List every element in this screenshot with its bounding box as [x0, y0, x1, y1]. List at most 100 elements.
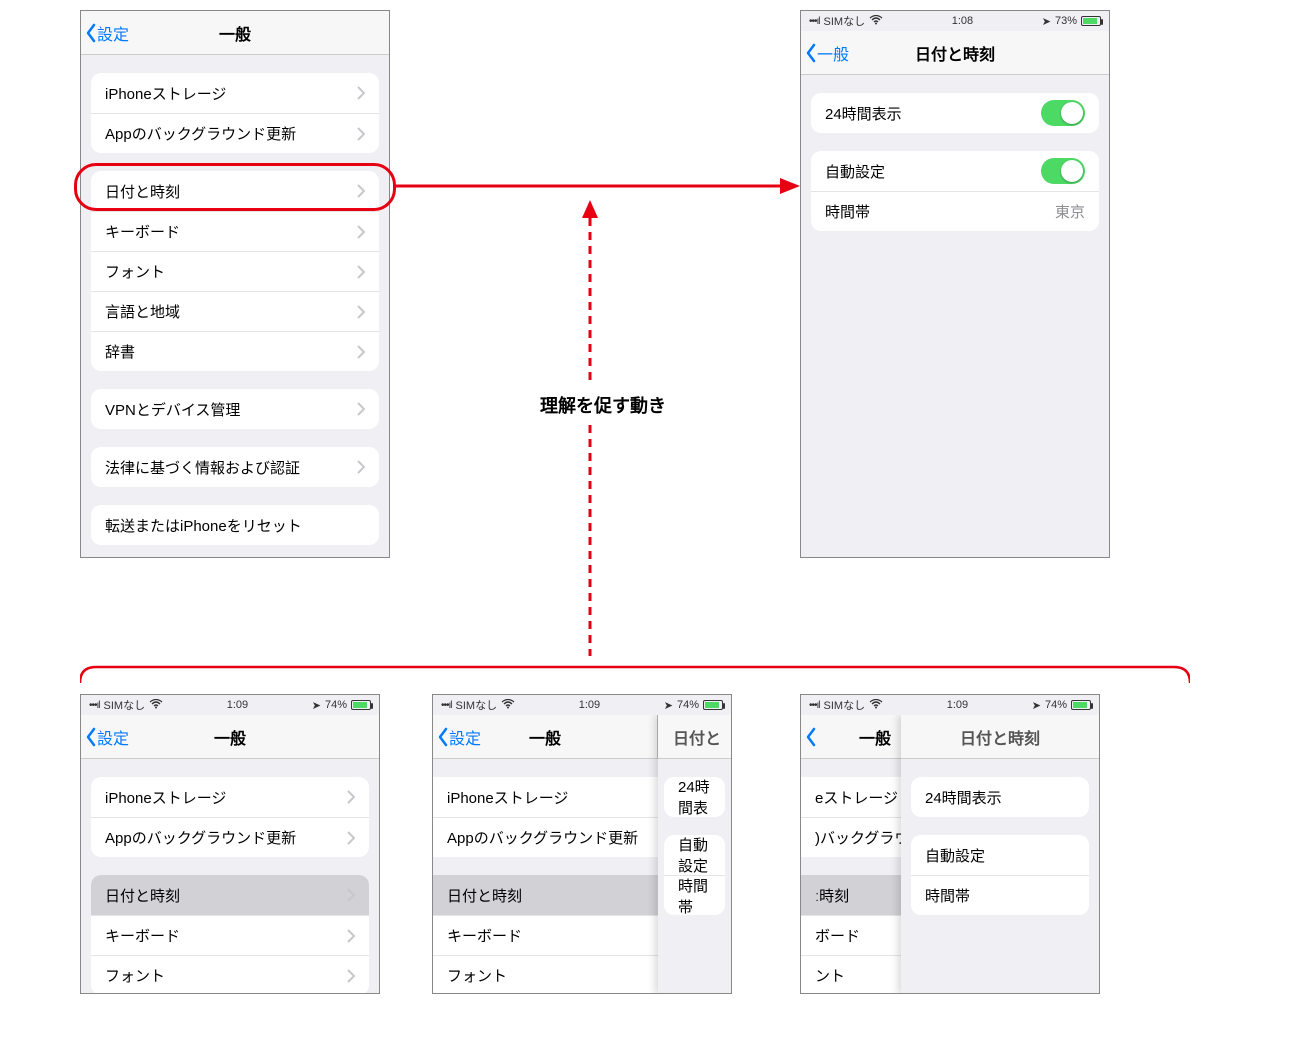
group-1: iPhoneストレージ Appのバックグラウンド更新: [91, 73, 379, 153]
row-timezone[interactable]: 時間帯 東京: [811, 191, 1099, 231]
chevron-right-icon: [347, 969, 355, 983]
row-auto-set[interactable]: 自動設定: [664, 835, 725, 875]
navbar-datetime: 一般 日付と時刻: [801, 31, 1109, 75]
list-item[interactable]: ボード: [801, 915, 901, 955]
wifi-icon: [501, 699, 515, 712]
arrow-motion-up: [580, 200, 600, 660]
signal-icon: [89, 699, 100, 711]
group: iPhoneストレージ Appのバックグラウンド更新: [91, 777, 369, 857]
chevron-right-icon: [357, 305, 365, 319]
back-button[interactable]: 設定: [433, 725, 481, 749]
row-legal-regulatory[interactable]: 法律に基づく情報および認証: [91, 447, 379, 487]
group: 24時間表: [664, 777, 725, 817]
list-item[interactable]: ː時刻: [801, 875, 901, 915]
row-24hour[interactable]: 24時間表示: [911, 777, 1089, 817]
group-3: VPNとデバイス管理: [91, 389, 379, 429]
row-transfer-reset[interactable]: 転送またはiPhoneをリセット: [91, 505, 379, 545]
group: 24時間表示: [911, 777, 1089, 817]
phone-date-time: SIMなし 1:08 ➤ 73% 一般 日付と時刻 24時間表示 自動設定: [800, 10, 1110, 558]
row-background-app-refresh[interactable]: Appのバックグラウンド更新: [91, 817, 369, 857]
group: 自動設定 時間帯: [664, 835, 725, 915]
row-vpn-device-management[interactable]: VPNとデバイス管理: [91, 389, 379, 429]
phone-transition-3: SIMなし 1:09 ➤74% 一般 eストレージ )バックグラウント ː時刻 …: [800, 694, 1100, 994]
row-iphone-storage[interactable]: iPhoneストレージ: [433, 777, 658, 817]
list-item[interactable]: eストレージ: [801, 777, 901, 817]
row-24hour[interactable]: 24時間表示: [811, 93, 1099, 133]
navbar: 日付と: [658, 715, 731, 759]
pane-incoming: 日付と時刻 24時間表示 自動設定 時間帯: [901, 715, 1099, 994]
row-keyboard[interactable]: キーボード: [433, 915, 658, 955]
navbar: 日付と時刻: [901, 715, 1099, 759]
back-label: 一般: [817, 41, 849, 65]
battery-label: 73%: [1055, 15, 1077, 27]
location-icon: ➤: [312, 699, 321, 712]
row-keyboard[interactable]: キーボード: [91, 915, 369, 955]
back-button[interactable]: 一般: [801, 41, 849, 65]
row-dictionary[interactable]: 辞書: [91, 331, 379, 371]
row-timezone[interactable]: 時間帯: [911, 875, 1089, 915]
navbar: 設定 一般: [433, 715, 658, 759]
row-auto-set[interactable]: 自動設定: [811, 151, 1099, 191]
row-keyboard[interactable]: キーボード: [91, 211, 379, 251]
battery-icon: [703, 700, 723, 710]
row-iphone-storage[interactable]: iPhoneストレージ: [91, 777, 369, 817]
row-language-region[interactable]: 言語と地域: [91, 291, 379, 331]
page-title: 一般: [219, 21, 251, 45]
signal-icon: [809, 699, 820, 711]
location-icon: ➤: [1032, 699, 1041, 712]
row-fonts[interactable]: フォント: [91, 955, 369, 994]
status-bar: SIMなし 1:09 ➤74%: [81, 695, 379, 715]
row-background-app-refresh[interactable]: Appのバックグラウンド更新: [433, 817, 658, 857]
back-button[interactable]: 設定: [81, 21, 129, 45]
phone-general: 設定 一般 iPhoneストレージ Appのバックグラウンド更新 日付と時刻 キ…: [80, 10, 390, 558]
toggle-auto-set[interactable]: [1041, 158, 1085, 184]
battery-icon: [1071, 700, 1091, 710]
row-date-time-pressed[interactable]: 日付と時刻: [433, 875, 658, 915]
pane-outgoing: 設定 一般 iPhoneストレージ Appのバックグラウンド更新 日付と時刻 キ…: [433, 715, 658, 994]
battery-icon: [1081, 16, 1101, 26]
status-bar: SIMなし 1:09 ➤74%: [433, 695, 731, 715]
highlight-date-time-row: [74, 163, 396, 211]
wifi-icon: [869, 699, 883, 712]
list-item[interactable]: ント: [801, 955, 901, 994]
chevron-right-icon: [347, 888, 355, 902]
group: 自動設定 時間帯: [911, 835, 1089, 915]
pane-outgoing: 一般 eストレージ )バックグラウント ː時刻 ボード ント: [801, 715, 901, 994]
row-fonts[interactable]: フォント: [91, 251, 379, 291]
status-bar: SIMなし 1:08 ➤ 73%: [801, 11, 1109, 31]
signal-icon: [809, 15, 820, 27]
carrier-label: SIMなし: [824, 13, 866, 29]
chevron-right-icon: [357, 402, 365, 416]
group-24h: 24時間表示: [811, 93, 1099, 133]
timezone-value: 東京: [1055, 201, 1085, 222]
toggle-24hour[interactable]: [1041, 100, 1085, 126]
phone-transition-2: SIMなし 1:09 ➤74% 設定 一般 iPhoneストレージ Appのバッ…: [432, 694, 732, 994]
group: 日付と時刻 キーボード フォント: [91, 875, 369, 994]
battery-icon: [351, 700, 371, 710]
row-24hour[interactable]: 24時間表: [664, 777, 725, 817]
wifi-icon: [869, 15, 883, 28]
navbar-general: 設定 一般: [81, 11, 389, 55]
chevron-right-icon: [357, 345, 365, 359]
back-button[interactable]: 設定: [81, 725, 129, 749]
pane-incoming: 日付と 24時間表 自動設定 時間帯: [658, 715, 731, 994]
row-timezone[interactable]: 時間帯: [664, 875, 725, 915]
navbar: 設定 一般: [81, 715, 379, 759]
back-label: 設定: [97, 21, 129, 45]
location-icon: ➤: [1042, 15, 1051, 28]
chevron-right-icon: [357, 265, 365, 279]
chevron-right-icon: [357, 127, 365, 141]
phone-transition-1: SIMなし 1:09 ➤74% 設定 一般 iPhoneストレージ Appのバッ…: [80, 694, 380, 994]
group-5: 転送またはiPhoneをリセット: [91, 505, 379, 545]
signal-icon: [441, 699, 452, 711]
row-auto-set[interactable]: 自動設定: [911, 835, 1089, 875]
row-date-time-pressed[interactable]: 日付と時刻: [91, 875, 369, 915]
group-auto-tz: 自動設定 時間帯 東京: [811, 151, 1099, 231]
back-button[interactable]: [801, 727, 817, 747]
list-item[interactable]: )バックグラウント: [801, 817, 901, 857]
row-background-app-refresh[interactable]: Appのバックグラウンド更新: [91, 113, 379, 153]
bracket-transitions: [80, 655, 1190, 683]
row-iphone-storage[interactable]: iPhoneストレージ: [91, 73, 379, 113]
row-fonts[interactable]: フォント: [433, 955, 658, 994]
chevron-right-icon: [347, 831, 355, 845]
